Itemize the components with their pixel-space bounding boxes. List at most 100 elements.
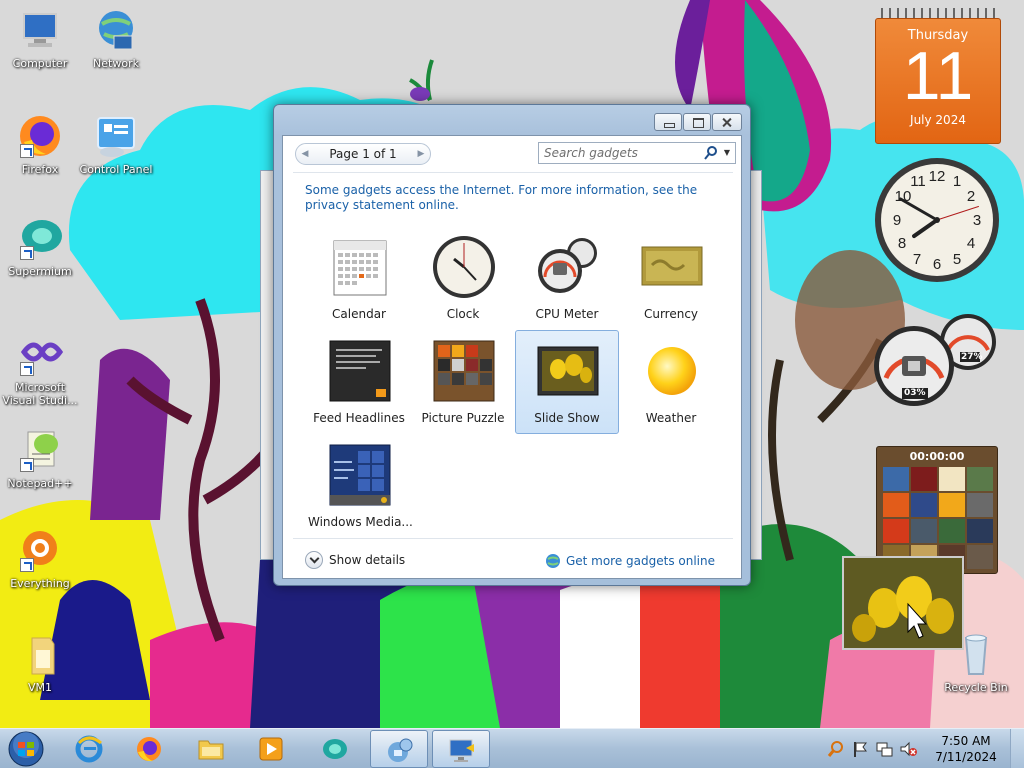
taskbar-remote-desktop[interactable] xyxy=(432,730,490,768)
gadget-gallery-window: ◀ Page 1 of 1 ▶ ▼ Some gadgets access th… xyxy=(273,104,751,586)
gadget-label: Calendar xyxy=(332,307,386,321)
taskbar-gadgets[interactable] xyxy=(370,730,428,768)
calendar-gadget[interactable]: Thursday 11 July 2024 xyxy=(875,6,1001,144)
gadget-tile-picture-puzzle[interactable]: Picture Puzzle xyxy=(411,330,515,434)
everything-search-icon xyxy=(16,526,64,574)
taskbar-firefox[interactable] xyxy=(120,730,178,768)
shortcut-arrow-icon xyxy=(20,558,34,572)
desktop-icon-label: Notepad++ xyxy=(7,477,73,490)
cpu-meter-gadget[interactable]: 03% 27% xyxy=(872,312,1002,408)
desktop-icon-supermium[interactable]: Supermium xyxy=(0,214,80,278)
gadget-tile-calendar[interactable]: Calendar xyxy=(307,226,411,330)
gadget-tile-currency[interactable]: Currency xyxy=(619,226,723,330)
clock-gadget-icon xyxy=(432,235,496,299)
action-center-flag-icon[interactable] xyxy=(851,740,869,758)
taskbar-time: 7:50 AM xyxy=(941,734,991,748)
get-more-gadgets-link[interactable]: Get more gadgets online xyxy=(545,553,715,569)
desktop-icon-visual-studio[interactable]: Microsoft Visual Studi... xyxy=(0,330,80,407)
taskbar-internet-explorer[interactable] xyxy=(60,730,118,768)
supermium-icon xyxy=(16,214,64,262)
taskbar: 7:50 AM 7/11/2024 xyxy=(0,728,1024,768)
next-page-button[interactable]: ▶ xyxy=(412,145,430,163)
puzzle-timer: 00:00:00 xyxy=(909,449,965,463)
divider xyxy=(293,538,733,539)
search-input[interactable] xyxy=(539,143,703,163)
desktop-icon-everything[interactable]: Everything xyxy=(0,526,80,590)
puzzle-timer-bar: 00:00:00 xyxy=(877,447,997,465)
gadget-label: Weather xyxy=(645,411,697,425)
gadget-label: Clock xyxy=(446,307,480,321)
gadget-grid: Calendar Clock CPU Meter Currency Feed H… xyxy=(307,226,723,542)
folder-icon xyxy=(16,630,64,678)
taskbar-clock[interactable]: 7:50 AM 7/11/2024 xyxy=(928,733,1004,765)
notepad-plus-plus-icon xyxy=(16,426,64,474)
gadget-label: Feed Headlines xyxy=(313,411,405,425)
svg-text:11: 11 xyxy=(910,173,926,190)
taskbar-file-explorer[interactable] xyxy=(182,730,240,768)
show-desktop-button[interactable] xyxy=(1010,729,1024,768)
gadget-tile-windows-media[interactable]: Windows Media... xyxy=(307,434,413,538)
gadget-tile-feed-headlines[interactable]: Feed Headlines xyxy=(307,330,411,434)
desktop-icon-computer[interactable]: Computer xyxy=(0,6,80,70)
start-button[interactable] xyxy=(4,730,48,768)
memory-usage-readout: 27% xyxy=(961,352,983,362)
control-panel-icon xyxy=(92,112,140,160)
desktop-icon-label: Network xyxy=(93,57,139,70)
show-details-button[interactable]: Show details xyxy=(305,551,405,569)
search-box: ▼ xyxy=(538,142,736,164)
globe-icon xyxy=(545,553,561,569)
calendar-gadget-icon xyxy=(328,235,392,299)
weather-gadget-icon xyxy=(640,339,704,403)
calendar-date-number: 11 xyxy=(902,38,974,114)
picture-puzzle-gadget[interactable]: 00:00:00 xyxy=(876,446,998,574)
gadget-label: Picture Puzzle xyxy=(421,411,505,425)
search-dropdown-button[interactable]: ▼ xyxy=(719,145,735,161)
gadget-tile-clock[interactable]: Clock xyxy=(411,226,515,330)
desktop-icon-network[interactable]: Network xyxy=(76,6,156,70)
visual-studio-icon xyxy=(16,330,64,378)
firefox-icon xyxy=(16,112,64,160)
restore-button[interactable] xyxy=(683,113,711,131)
privacy-info-link[interactable]: Some gadgets access the Internet. For mo… xyxy=(305,183,715,213)
firefox-icon xyxy=(135,735,163,763)
currency-gadget-icon xyxy=(640,235,704,299)
svg-text:7: 7 xyxy=(913,251,921,268)
search-icon[interactable] xyxy=(703,145,719,161)
svg-text:2: 2 xyxy=(967,188,975,205)
close-button[interactable] xyxy=(712,113,742,131)
network-icon xyxy=(92,6,140,54)
monitor-icon xyxy=(448,736,476,764)
desktop-icon-label: Firefox xyxy=(21,163,59,176)
clock-gadget[interactable]: 12 1 2 3 4567 8 9 10 11 xyxy=(873,156,1001,284)
previous-page-button[interactable]: ◀ xyxy=(296,145,314,163)
cpu-meter-gadget-icon xyxy=(536,235,600,299)
minimize-button[interactable] xyxy=(654,113,682,131)
page-indicator: Page 1 of 1 xyxy=(329,147,397,161)
internet-explorer-icon xyxy=(75,735,103,763)
puzzle-tiles xyxy=(883,467,993,569)
slide-show-gadget[interactable] xyxy=(842,556,964,650)
svg-text:9: 9 xyxy=(893,212,901,229)
search-tray-icon[interactable] xyxy=(827,740,845,758)
desktop-icon-vm1[interactable]: VM1 xyxy=(0,630,80,694)
supermium-icon xyxy=(321,735,349,763)
svg-text:6: 6 xyxy=(933,256,941,273)
desktop-icon-notepad-plus-plus[interactable]: Notepad++ xyxy=(0,426,80,490)
desktop-icon-firefox[interactable]: Firefox xyxy=(0,112,80,176)
gadget-tile-slide-show[interactable]: Slide Show xyxy=(515,330,619,434)
picture-puzzle-gadget-icon xyxy=(432,339,496,403)
folder-icon xyxy=(197,735,225,763)
network-tray-icon[interactable] xyxy=(875,740,893,758)
gadget-label: Currency xyxy=(643,307,699,321)
desktop-icon-control-panel[interactable]: Control Panel xyxy=(76,112,156,176)
gadget-tile-weather[interactable]: Weather xyxy=(619,330,723,434)
gadget-tile-cpu-meter[interactable]: CPU Meter xyxy=(515,226,619,330)
svg-text:8: 8 xyxy=(898,235,906,252)
desktop-icon-label: Supermium xyxy=(8,265,72,278)
taskbar-media-player[interactable] xyxy=(242,730,300,768)
volume-muted-icon[interactable] xyxy=(899,740,917,758)
svg-text:3: 3 xyxy=(973,212,981,229)
desktop-icon-label: Control Panel xyxy=(79,163,153,176)
taskbar-date: 7/11/2024 xyxy=(935,750,997,764)
taskbar-supermium[interactable] xyxy=(306,730,364,768)
